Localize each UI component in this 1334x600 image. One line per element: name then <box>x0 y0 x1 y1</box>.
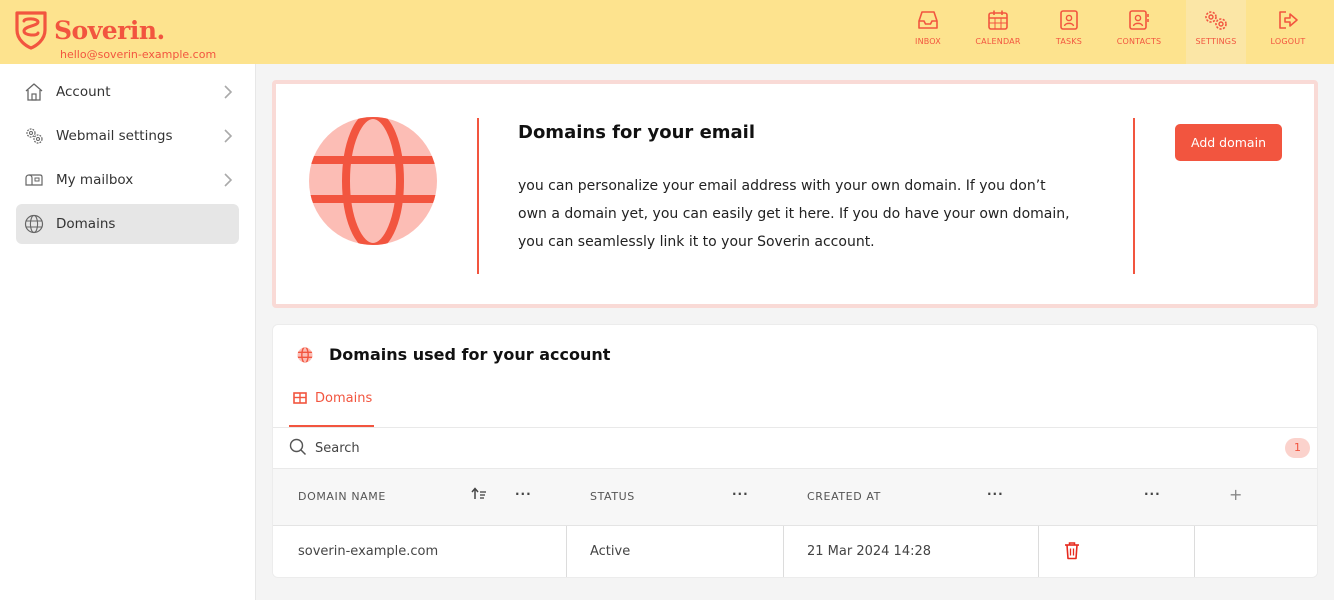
nav-label: TASKS <box>1055 37 1083 46</box>
table-header: DOMAIN NAME ··· STATUS ··· CREATED AT ··… <box>273 469 1317 526</box>
sidebar-item-domains[interactable]: Domains <box>16 204 239 244</box>
sidebar-item-webmail-settings[interactable]: Webmail settings <box>16 116 239 156</box>
divider <box>477 118 479 274</box>
cell-status: Active <box>590 544 631 559</box>
add-column-button[interactable]: + <box>1229 485 1242 504</box>
inbox-icon <box>918 11 938 29</box>
column-divider <box>1194 526 1195 577</box>
add-domain-button[interactable]: Add domain <box>1175 124 1282 161</box>
column-menu-button[interactable]: ··· <box>1144 487 1161 501</box>
nav-label: SETTINGS <box>1195 37 1237 46</box>
nav-label: LOGOUT <box>1270 37 1306 46</box>
table-icon <box>293 392 307 404</box>
nav-calendar[interactable]: CALENDAR <box>968 0 1028 64</box>
logo[interactable]: Soverin. <box>14 10 165 50</box>
search-icon <box>289 438 307 456</box>
table-row[interactable]: soverin-example.com Active 21 Mar 2024 1… <box>273 526 1317 577</box>
chevron-right-icon <box>224 129 233 143</box>
column-header-status[interactable]: STATUS <box>590 490 635 503</box>
contacts-icon <box>1129 10 1149 30</box>
sort-ascending-icon[interactable] <box>471 487 487 501</box>
logout-icon <box>1279 11 1298 29</box>
column-header-created-at[interactable]: CREATED AT <box>807 490 881 503</box>
house-icon <box>25 83 43 101</box>
nav-label: CALENDAR <box>975 37 1021 46</box>
sidebar-item-account[interactable]: Account <box>16 72 239 112</box>
search-input[interactable] <box>315 437 915 459</box>
page-title: Domains for your email <box>518 122 756 143</box>
nav-inbox[interactable]: INBOX <box>898 0 958 64</box>
globe-icon <box>24 214 44 234</box>
column-divider <box>1038 526 1039 577</box>
tasks-icon <box>1060 10 1078 30</box>
nav-settings[interactable]: SETTINGS <box>1186 0 1246 64</box>
settings-icon <box>1205 11 1227 30</box>
column-menu-button[interactable]: ··· <box>515 487 532 501</box>
nav-tasks[interactable]: TASKS <box>1039 0 1099 64</box>
sidebar-item-label: Webmail settings <box>56 128 173 144</box>
page-description: you can personalize your email address w… <box>518 178 1070 250</box>
domains-card: Domains used for your account Domains 1 … <box>272 324 1318 578</box>
globe-illustration-icon <box>309 117 437 245</box>
app-name: Soverin. <box>54 15 165 45</box>
sidebar-item-my-mailbox[interactable]: My mailbox <box>16 160 239 200</box>
gears-icon <box>26 128 43 144</box>
search-bar: 1 <box>273 427 1317 469</box>
nav-contacts[interactable]: CONTACTS <box>1109 0 1169 64</box>
tab-label: Domains <box>315 391 373 406</box>
sidebar-item-label: My mailbox <box>56 172 134 188</box>
cell-created-at: 21 Mar 2024 14:28 <box>807 544 932 559</box>
globe-icon <box>297 347 313 363</box>
shield-logo-icon <box>15 11 47 50</box>
top-header: Soverin. hello@soverin-example.com INBOX… <box>0 0 1334 64</box>
chevron-right-icon <box>224 173 233 187</box>
column-header-domain-name[interactable]: DOMAIN NAME <box>298 490 386 503</box>
user-email: hello@soverin-example.com <box>60 48 217 61</box>
result-count-badge: 1 <box>1285 438 1310 458</box>
mailbox-icon <box>25 174 43 186</box>
sidebar-item-label: Account <box>56 84 111 100</box>
nav-label: INBOX <box>915 37 941 46</box>
nav-logout[interactable]: LOGOUT <box>1258 0 1318 64</box>
cell-domain-name: soverin-example.com <box>298 544 439 559</box>
column-menu-button[interactable]: ··· <box>732 487 749 501</box>
column-divider <box>783 526 784 577</box>
divider <box>1133 118 1135 274</box>
sidebar: Account Webmail settings My mailbox Doma… <box>0 64 256 600</box>
nav-label: CONTACTS <box>1116 37 1162 46</box>
column-menu-button[interactable]: ··· <box>987 487 1004 501</box>
chevron-right-icon <box>224 85 233 99</box>
section-title: Domains used for your account <box>329 345 611 364</box>
column-divider <box>566 526 567 577</box>
sidebar-item-label: Domains <box>56 216 116 232</box>
trash-icon[interactable] <box>1064 541 1080 560</box>
calendar-icon <box>988 10 1008 30</box>
tab-domains[interactable]: Domains <box>289 381 374 427</box>
domains-intro-card: Domains for your email you can personali… <box>272 80 1318 308</box>
